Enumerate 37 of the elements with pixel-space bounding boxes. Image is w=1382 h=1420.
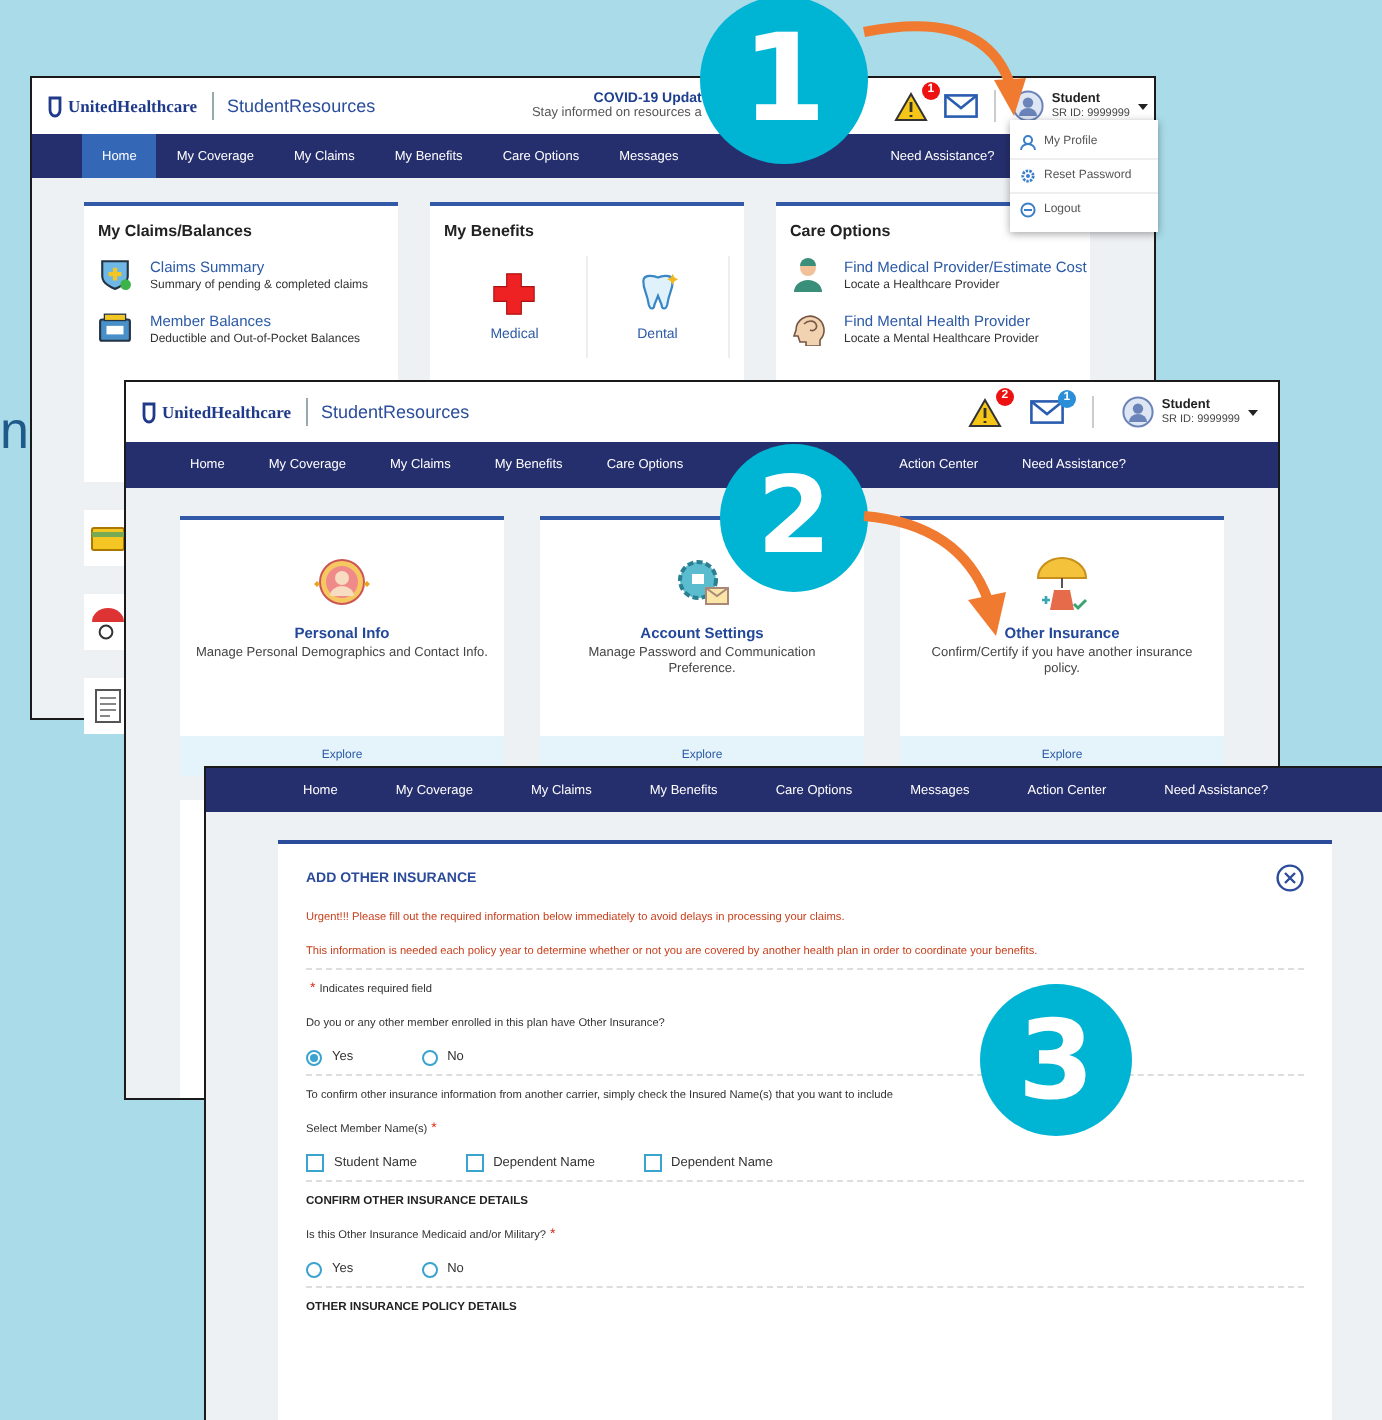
checkbox[interactable] bbox=[306, 1154, 324, 1172]
radio-button[interactable] bbox=[421, 1049, 438, 1065]
mail-icon[interactable] bbox=[1029, 400, 1064, 424]
checkbox[interactable] bbox=[465, 1154, 484, 1172]
card-title: My Benefits bbox=[444, 222, 536, 240]
shield-logo-icon bbox=[48, 95, 62, 117]
document-icon bbox=[90, 688, 126, 724]
close-icon[interactable] bbox=[1276, 864, 1304, 892]
shield-logo-icon bbox=[142, 401, 156, 423]
person-icon bbox=[1020, 134, 1036, 150]
logout-icon bbox=[1020, 202, 1036, 218]
caret-icon[interactable] bbox=[1248, 409, 1258, 415]
brand-name: UnitedHealthcare bbox=[68, 96, 198, 116]
product-name: StudentResources bbox=[321, 402, 470, 422]
brand-name: UnitedHealthcare bbox=[162, 402, 292, 422]
radio-button[interactable] bbox=[306, 1049, 322, 1065]
wallet-icon bbox=[98, 310, 132, 346]
card-title: Care Options bbox=[790, 222, 893, 240]
umbrella-coin-icon bbox=[90, 604, 126, 640]
shield-plus-icon bbox=[98, 256, 132, 292]
doctor-icon bbox=[790, 256, 826, 292]
warning-icon[interactable] bbox=[967, 397, 1002, 427]
checkbox[interactable] bbox=[643, 1154, 662, 1172]
medical-cross-icon bbox=[492, 272, 537, 316]
warning-icon[interactable] bbox=[893, 91, 928, 121]
product-name: StudentResources bbox=[227, 96, 376, 116]
cut-off-text: n bbox=[0, 400, 29, 462]
settings-icon bbox=[1020, 168, 1036, 184]
mail-icon[interactable] bbox=[943, 94, 978, 118]
radio-button[interactable] bbox=[421, 1261, 438, 1277]
head-icon bbox=[790, 310, 826, 346]
curved-arrow bbox=[863, 511, 1006, 636]
caret-icon[interactable] bbox=[1138, 103, 1148, 109]
avatar-icon[interactable] bbox=[1121, 396, 1154, 428]
card-title: My Claims/Balances bbox=[98, 222, 254, 240]
radio-button[interactable] bbox=[306, 1261, 322, 1277]
step-number-circle: 1 bbox=[700, 0, 868, 164]
